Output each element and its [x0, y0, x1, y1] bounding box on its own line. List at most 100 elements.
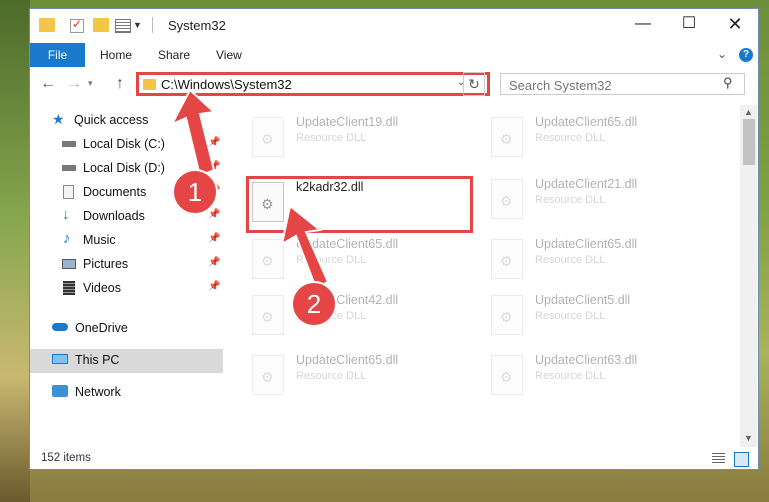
close-button[interactable]: ✕: [712, 9, 758, 41]
sidebar-item-label: Documents: [83, 185, 147, 199]
file-name: UpdateClient65.dll: [535, 237, 638, 251]
address-path[interactable]: C:\Windows\System32: [161, 77, 292, 92]
refresh-button[interactable]: ↻: [463, 72, 485, 96]
file-type: Resource DLL: [296, 254, 367, 266]
navigation-bar: ← → ▾ ↑ C:\Windows\System32 ⌄ ↻ ⚲: [30, 67, 758, 103]
scroll-up-icon[interactable]: ▲: [744, 107, 753, 117]
dll-file-icon: [491, 179, 523, 219]
folder-icon: [39, 18, 55, 32]
file-type: Resource DLL: [535, 370, 606, 382]
forward-arrow-icon[interactable]: →: [66, 75, 82, 93]
dll-file-icon: [252, 239, 284, 279]
pin-icon[interactable]: 📌: [208, 281, 220, 292]
step-badge-2: 2: [291, 281, 337, 327]
file-name: UpdateClient19.dll: [296, 115, 399, 129]
file-type: Resource DLL: [535, 194, 606, 206]
file-type: Resource DLL: [296, 132, 367, 144]
dll-file-icon: [252, 117, 284, 157]
sidebar-item-this-pc[interactable]: This PC: [30, 349, 223, 373]
sidebar-item-videos[interactable]: Videos 📌: [30, 277, 223, 301]
toolbar-divider: [152, 17, 153, 33]
highlight-box: [246, 176, 473, 233]
file-item[interactable]: UpdateClient5.dll Resource DLL: [489, 291, 719, 341]
documents-icon: [63, 185, 74, 199]
pin-icon[interactable]: 📌: [208, 257, 220, 268]
sidebar-item-pictures[interactable]: Pictures 📌: [30, 253, 223, 277]
pin-icon[interactable]: 📌: [208, 233, 220, 244]
file-item[interactable]: UpdateClient65.dll Resource DLL: [489, 235, 719, 285]
sidebar-item-onedrive[interactable]: OneDrive: [30, 317, 223, 341]
maximize-button[interactable]: ☐: [666, 9, 712, 41]
dll-file-icon: [491, 239, 523, 279]
file-type: Resource DLL: [535, 310, 606, 322]
download-icon: ↓: [62, 206, 70, 223]
customize-toolbar-chevron-icon[interactable]: ▼: [133, 20, 142, 30]
scroll-down-icon[interactable]: ▼: [744, 433, 753, 443]
sidebar-item-local-disk-c[interactable]: Local Disk (C:) 📌: [30, 133, 223, 157]
pin-icon[interactable]: 📌: [208, 161, 220, 172]
file-item[interactable]: UpdateClient65.dll Resource DLL: [250, 351, 480, 401]
tab-home[interactable]: Home: [100, 43, 132, 67]
rename-icon[interactable]: [115, 19, 131, 33]
ribbon-tabs: File Home Share View ⌄ ?: [30, 43, 758, 68]
address-bar[interactable]: C:\Windows\System32 ⌄: [136, 72, 490, 96]
tab-share[interactable]: Share: [158, 43, 190, 67]
sidebar-item-label: Pictures: [83, 257, 129, 271]
dll-file-icon: [491, 117, 523, 157]
large-icons-view-icon[interactable]: [734, 452, 749, 467]
window-title: System32: [168, 18, 226, 33]
dll-file-icon: [252, 295, 284, 335]
item-count: 152 items: [41, 452, 91, 464]
sidebar-item-music[interactable]: ♪ Music 📌: [30, 229, 223, 253]
file-name: UpdateClient5.dll: [535, 293, 631, 307]
drive-icon: [62, 141, 76, 147]
file-item[interactable]: UpdateClient21.dll Resource DLL: [489, 175, 719, 225]
scroll-thumb[interactable]: [743, 119, 755, 165]
network-icon: [52, 385, 68, 397]
sidebar-item-label: Network: [75, 385, 121, 399]
sidebar-item-network[interactable]: Network: [30, 381, 223, 405]
pictures-icon: [62, 259, 76, 269]
file-item[interactable]: UpdateClient63.dll Resource DLL: [489, 351, 719, 401]
tab-file[interactable]: File: [30, 43, 85, 67]
back-arrow-icon[interactable]: ←: [40, 75, 56, 93]
search-input[interactable]: [507, 76, 711, 94]
dll-file-icon: [252, 355, 284, 395]
sidebar-item-label: Videos: [83, 281, 121, 295]
search-icon[interactable]: ⚲: [723, 75, 733, 91]
file-name: UpdateClient65.dll: [535, 115, 638, 129]
expand-ribbon-chevron-icon[interactable]: ⌄: [717, 47, 727, 61]
file-item[interactable]: UpdateClient65.dll Resource DLL: [250, 235, 480, 285]
up-arrow-icon[interactable]: ↑: [116, 75, 124, 93]
properties-check-icon[interactable]: [70, 17, 84, 33]
sidebar-item-quick-access[interactable]: ★ Quick access: [30, 109, 223, 133]
file-name: UpdateClient65.dll: [296, 353, 399, 367]
file-item[interactable]: UpdateClient42.dll Resource DLL: [250, 291, 480, 341]
music-icon: ♪: [63, 230, 71, 247]
file-item[interactable]: UpdateClient19.dll Resource DLL: [250, 113, 480, 163]
sidebar-item-label: Local Disk (C:): [83, 137, 165, 151]
new-folder-icon[interactable]: [93, 18, 109, 32]
sidebar-item-label: This PC: [75, 353, 120, 367]
search-box[interactable]: ⚲: [500, 73, 745, 95]
pin-icon[interactable]: 📌: [208, 209, 220, 220]
file-type: Resource DLL: [535, 254, 606, 266]
details-view-icon[interactable]: [712, 453, 725, 464]
drive-icon: [62, 165, 76, 171]
pin-icon[interactable]: 📌: [208, 137, 220, 148]
recent-locations-chevron-icon[interactable]: ▾: [88, 78, 93, 89]
sidebar-item-label: Downloads: [83, 209, 145, 223]
desktop-background: [0, 0, 30, 502]
help-icon[interactable]: ?: [739, 48, 753, 62]
file-item[interactable]: UpdateClient65.dll Resource DLL: [489, 113, 719, 163]
minimize-button[interactable]: —: [620, 9, 666, 41]
file-type: Resource DLL: [535, 132, 606, 144]
file-list: UpdateClient19.dll Resource DLL k2kadr32…: [226, 105, 740, 447]
tab-view[interactable]: View: [216, 43, 242, 67]
file-name: UpdateClient65.dll: [296, 237, 399, 251]
sidebar-item-label: Local Disk (D:): [83, 161, 165, 175]
vertical-scrollbar[interactable]: ▲ ▼: [740, 105, 757, 447]
videos-icon: [63, 281, 75, 295]
file-type: Resource DLL: [296, 370, 367, 382]
file-name: UpdateClient63.dll: [535, 353, 638, 367]
